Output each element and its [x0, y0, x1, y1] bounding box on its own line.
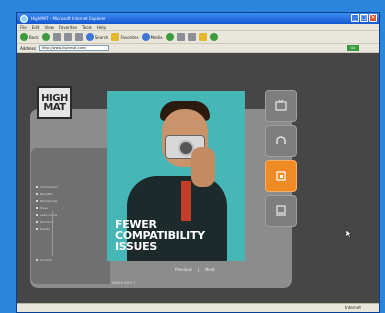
search-label: Search	[94, 34, 109, 40]
computer-icon	[276, 205, 286, 216]
minimize-button[interactable]: _	[351, 14, 359, 22]
search-icon	[85, 33, 94, 41]
edit-button[interactable]	[198, 33, 207, 41]
address-input[interactable]: http://www.highmat.com/	[38, 45, 109, 51]
bullet-icon	[36, 220, 38, 223]
nav-item-participants[interactable]: Participants	[36, 197, 58, 204]
tv-icon	[275, 99, 287, 111]
page-content: HIGH MAT Introduction Benefits Participa…	[17, 53, 379, 306]
nav-label: Events	[40, 226, 51, 231]
messenger-icon	[209, 33, 218, 41]
previous-link[interactable]: Previous	[175, 267, 192, 272]
history-button[interactable]	[165, 33, 174, 41]
nav-label: Participants	[40, 198, 58, 203]
menu-tools[interactable]: Tools	[82, 25, 92, 30]
media-button[interactable]: Media	[141, 33, 163, 41]
nav-label: Benefits	[40, 191, 53, 196]
bullet-icon	[36, 185, 38, 188]
photo-hand	[191, 147, 215, 187]
forward-button[interactable]	[41, 33, 50, 41]
mail-icon	[176, 33, 185, 41]
stop-button[interactable]	[52, 33, 61, 41]
bullet-icon	[36, 259, 38, 261]
mouse-cursor-icon	[346, 230, 352, 239]
refresh-button[interactable]	[63, 33, 72, 41]
search-button[interactable]: Search	[85, 33, 109, 41]
history-icon	[165, 33, 174, 41]
bullet-icon	[36, 206, 38, 209]
stop-icon	[52, 33, 61, 41]
favorites-button[interactable]: Favorites	[111, 33, 139, 41]
nav-item-events[interactable]: Events	[36, 225, 58, 232]
nav-item-technical[interactable]: Technical	[36, 218, 58, 225]
pager: Previous | Next	[175, 267, 215, 272]
headline-line-3: ISSUES	[115, 240, 158, 253]
messenger-button[interactable]	[209, 33, 218, 41]
home-icon	[74, 33, 83, 41]
headphones-icon	[276, 136, 286, 144]
nav-label: Press	[40, 205, 48, 210]
footer-link[interactable]: INDEX INFO ?	[112, 281, 135, 285]
logo-line-2: MAT	[43, 101, 66, 113]
menu-file[interactable]: File	[20, 25, 27, 30]
side-button-computer[interactable]	[265, 195, 297, 227]
nav-item-introduction[interactable]: Introduction	[36, 183, 58, 190]
go-button[interactable]: Go	[347, 45, 359, 51]
ie-icon	[20, 14, 28, 23]
hero-photo: FEWER COMPATIBILITY ISSUES	[107, 91, 245, 261]
nav-item-contact[interactable]: Contact	[36, 258, 52, 262]
refresh-icon	[63, 33, 72, 41]
status-bar: Internet	[17, 303, 379, 312]
forward-arrow-icon	[41, 33, 50, 41]
nav-item-learn-more[interactable]: Learn more	[36, 211, 58, 218]
address-bar: Address http://www.highmat.com/ Go	[17, 44, 379, 53]
star-icon	[111, 33, 120, 41]
address-label: Address	[20, 45, 36, 51]
bullet-icon	[36, 199, 38, 202]
mail-button[interactable]	[176, 33, 185, 41]
media-icon	[141, 33, 150, 41]
maximize-button[interactable]: □	[360, 14, 368, 22]
menu-favorites[interactable]: Favorites	[59, 25, 77, 30]
window-title: HighMAT - Microsoft Internet Explorer	[31, 16, 106, 21]
browser-window: HighMAT - Microsoft Internet Explorer _ …	[16, 12, 380, 313]
side-button-audio[interactable]	[265, 125, 297, 157]
highmat-logo[interactable]: HIGH MAT	[37, 86, 72, 119]
nav-label: Introduction	[40, 184, 59, 189]
bullet-icon	[36, 227, 38, 230]
menu-bar: File Edit View Favorites Tools Help	[17, 24, 379, 31]
back-button[interactable]: Back	[20, 33, 39, 41]
close-button[interactable]: ×	[369, 14, 377, 22]
edit-icon	[198, 33, 207, 41]
security-zone: Internet	[345, 305, 361, 310]
desktop-background: HighMAT - Microsoft Internet Explorer _ …	[0, 0, 385, 313]
print-icon	[187, 33, 196, 41]
pager-separator: |	[197, 267, 200, 272]
photo-tie	[181, 181, 191, 221]
media-label: Media	[150, 34, 163, 40]
nav-item-benefits[interactable]: Benefits	[36, 190, 58, 197]
home-button[interactable]	[74, 33, 83, 41]
bullet-icon	[36, 192, 38, 195]
favorites-label: Favorites	[120, 34, 139, 40]
menu-view[interactable]: View	[44, 25, 54, 30]
menu-help[interactable]: Help	[97, 25, 106, 30]
hero-headline: FEWER COMPATIBILITY ISSUES	[115, 219, 205, 252]
back-arrow-icon	[20, 33, 28, 41]
nav-label: Learn more	[40, 212, 58, 217]
photo-icon	[276, 171, 286, 181]
toolbar: Back Search Favorites Media	[17, 31, 379, 44]
nav-label: Contact	[40, 258, 52, 262]
title-bar: HighMAT - Microsoft Internet Explorer _ …	[17, 13, 379, 24]
side-button-photo[interactable]	[265, 160, 297, 192]
side-button-tv[interactable]	[265, 90, 297, 122]
menu-edit[interactable]: Edit	[32, 25, 40, 30]
bullet-icon	[36, 213, 38, 216]
back-label: Back	[29, 34, 39, 40]
next-link[interactable]: Next	[205, 267, 214, 272]
nav-divider	[52, 211, 53, 256]
site-nav: Introduction Benefits Participants Press…	[36, 183, 58, 232]
nav-item-press[interactable]: Press	[36, 204, 58, 211]
print-button[interactable]	[187, 33, 196, 41]
